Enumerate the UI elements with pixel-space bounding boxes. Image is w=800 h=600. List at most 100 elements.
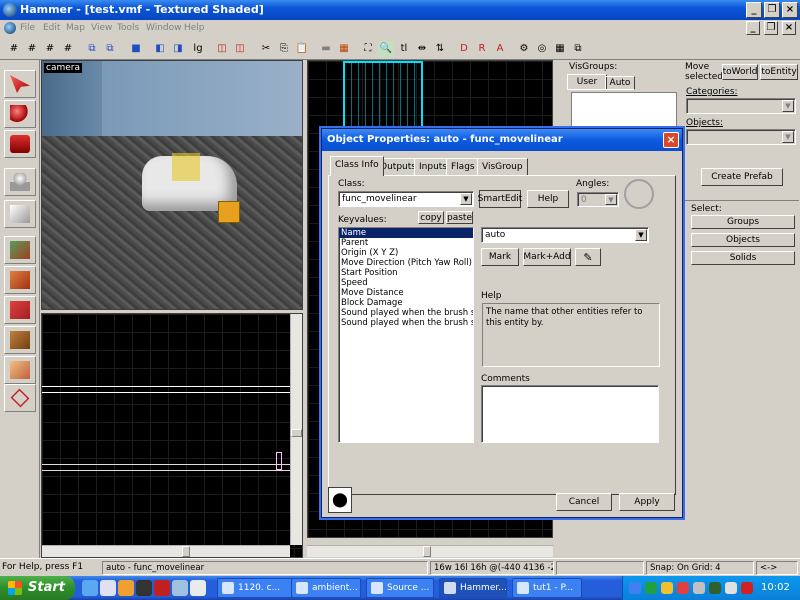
select-box-icon[interactable]: ⛶	[360, 41, 376, 57]
menu-view[interactable]: View	[91, 23, 112, 33]
taskbar-item[interactable]: tut1 - P...	[512, 578, 582, 598]
tab-user[interactable]: User	[567, 74, 607, 90]
tray-network-icon[interactable]	[629, 582, 641, 594]
group-icon[interactable]: ⧉	[102, 41, 118, 57]
close-button[interactable]: ×	[782, 2, 798, 18]
to-world-button[interactable]: toWorld	[722, 64, 758, 80]
texture-icon[interactable]: tl	[396, 41, 412, 57]
magnify-tool[interactable]	[4, 100, 36, 128]
grid-smaller-icon[interactable]: #	[24, 41, 40, 57]
entity-a-icon[interactable]: A	[492, 41, 508, 57]
menu-map[interactable]: Map	[66, 23, 85, 33]
decal-tool[interactable]	[4, 296, 36, 324]
value-dropdown[interactable]: auto ▼	[481, 227, 649, 243]
comments-textarea[interactable]	[481, 385, 659, 443]
block-tool[interactable]	[4, 200, 36, 228]
vertical-scrollbar[interactable]	[290, 314, 302, 545]
red-cube2-icon[interactable]: ◫	[232, 41, 248, 57]
keyvalue-item[interactable]: Sound played when the brush stops	[339, 318, 473, 328]
class-dropdown[interactable]: func_movelinear ▼	[338, 191, 474, 207]
sphere-icon[interactable]: ◎	[534, 41, 550, 57]
grid-larger-icon[interactable]: #	[42, 41, 58, 57]
quicklaunch-app-icon[interactable]	[136, 580, 152, 596]
keyvalue-item[interactable]: Move Direction (Pitch Yaw Roll)	[339, 258, 473, 268]
paste-button[interactable]: paste	[446, 211, 473, 224]
doc-minimize-button[interactable]: _	[746, 21, 760, 35]
grid-icon[interactable]: #	[6, 41, 22, 57]
menu-tools[interactable]: Tools	[117, 23, 139, 33]
tray-shield-icon[interactable]	[645, 582, 657, 594]
keyvalue-item[interactable]: Parent	[339, 238, 473, 248]
red-cube-icon[interactable]: ◫	[214, 41, 230, 57]
keyvalue-item[interactable]: Move Distance	[339, 288, 473, 298]
horizontal-scrollbar[interactable]	[42, 545, 290, 557]
carve-icon[interactable]: ⧉	[84, 41, 100, 57]
gray-block-icon[interactable]: ▬	[318, 41, 334, 57]
keyvalue-item[interactable]: Sound played when the brush starts	[339, 308, 473, 318]
quicklaunch-media-icon[interactable]	[118, 580, 134, 596]
help-button[interactable]: Help	[527, 190, 569, 208]
smartedit-toggle[interactable]: SmartEdit	[478, 190, 522, 208]
texture-lock-icon[interactable]: lg	[190, 41, 206, 57]
angles-dial[interactable]	[624, 179, 654, 209]
tray-red-icon[interactable]	[741, 582, 753, 594]
dialog-close-button[interactable]: ×	[663, 132, 679, 148]
menu-help[interactable]: Help	[184, 23, 205, 33]
quicklaunch-desktop-icon[interactable]	[100, 580, 116, 596]
cut-icon[interactable]: ✂	[258, 41, 274, 57]
align-icon[interactable]: ⇹	[414, 41, 430, 57]
menu-file[interactable]: File	[20, 23, 35, 33]
eyedropper-button[interactable]: ✎	[575, 248, 601, 266]
angles-dropdown[interactable]: 0 ▼	[577, 192, 619, 207]
keyvalue-item[interactable]: Block Damage	[339, 298, 473, 308]
taskbar-item[interactable]: 1120. c...	[217, 578, 301, 598]
hide-icon[interactable]: ◧	[152, 41, 168, 57]
keyvalue-item[interactable]: Name	[339, 228, 473, 238]
keyvalue-item[interactable]: Speed	[339, 278, 473, 288]
mark-add-button[interactable]: Mark+Add	[523, 248, 571, 266]
tray-monitor-icon[interactable]	[709, 582, 721, 594]
tab-auto[interactable]: Auto	[605, 76, 635, 90]
scroll-thumb[interactable]	[291, 429, 302, 437]
apply-texture-tool[interactable]	[4, 266, 36, 294]
apply-button[interactable]: Apply	[619, 493, 675, 511]
doc-restore-button[interactable]: ❐	[764, 21, 778, 35]
paste-icon[interactable]: 📋	[294, 41, 310, 57]
keyvalue-item[interactable]: Start Position	[339, 268, 473, 278]
restore-button[interactable]: ❐	[764, 2, 780, 18]
cube-blue-icon[interactable]: ■	[128, 41, 144, 57]
tray-alert-icon[interactable]	[661, 582, 673, 594]
start-button[interactable]: Start	[0, 576, 75, 600]
objects-button[interactable]: Objects	[691, 233, 795, 247]
camera-tool[interactable]	[4, 130, 36, 158]
tray-misc-icon[interactable]	[725, 582, 737, 594]
tab-class-info[interactable]: Class Info	[330, 156, 384, 176]
objects-dropdown[interactable]: ▼	[686, 129, 796, 145]
keyvalue-item[interactable]: Origin (X Y Z)	[339, 248, 473, 258]
minimize-button[interactable]: _	[746, 2, 762, 18]
tray-volume-icon[interactable]	[693, 582, 705, 594]
tab-flags[interactable]: Flags	[446, 158, 480, 175]
horizontal-scrollbar-right[interactable]	[307, 545, 553, 557]
tray-app-icon[interactable]	[677, 582, 689, 594]
flip-icon[interactable]: ⇅	[432, 41, 448, 57]
solids-button[interactable]: Solids	[691, 251, 795, 265]
menu-window[interactable]: Window	[146, 23, 182, 33]
keyvalues-list[interactable]: Name Parent Origin (X Y Z) Move Directio…	[338, 227, 474, 443]
tab-visgroup[interactable]: VisGroup	[477, 158, 528, 175]
toggle-icon[interactable]: ▦	[336, 41, 352, 57]
to-entity-button[interactable]: toEntity	[760, 64, 798, 80]
taskbar-item[interactable]: ambient...	[291, 578, 361, 598]
create-prefab-button[interactable]: Create Prefab	[701, 168, 783, 186]
unhide-icon[interactable]: ◨	[170, 41, 186, 57]
taskbar-item[interactable]: Source ...	[366, 578, 434, 598]
taskbar-item-active[interactable]: Hammer...	[439, 578, 507, 598]
clip-tool[interactable]	[4, 356, 36, 384]
quicklaunch-doc-icon[interactable]	[190, 580, 206, 596]
scroll-thumb[interactable]	[423, 546, 431, 557]
copy-icon[interactable]: ⎘	[276, 41, 292, 57]
quicklaunch-game-icon[interactable]	[154, 580, 170, 596]
entity-d-icon[interactable]: D	[456, 41, 472, 57]
entity-help-icon[interactable]: ⬤	[328, 487, 352, 513]
entity-r-icon[interactable]: R	[474, 41, 490, 57]
